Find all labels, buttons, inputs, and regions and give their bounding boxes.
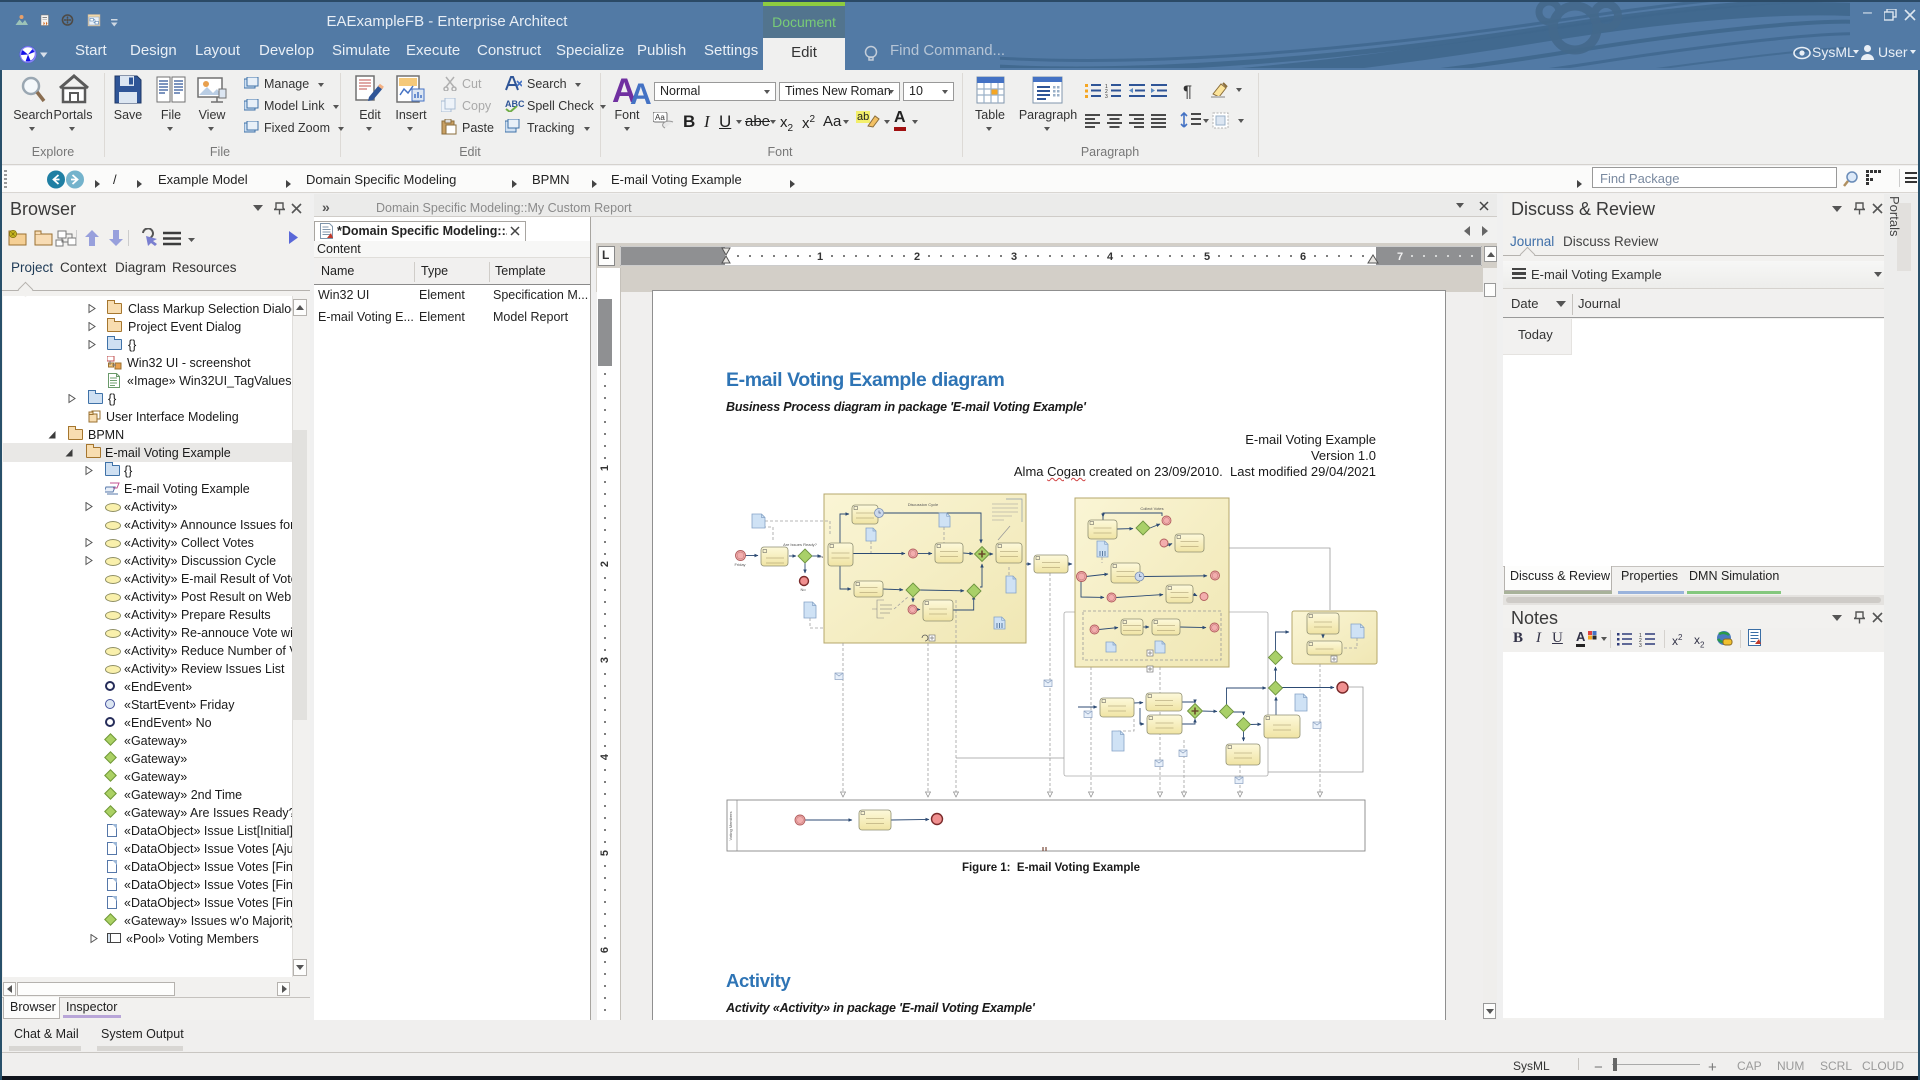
svg-text:3: 3 (1011, 251, 1017, 263)
svg-text:Are Issues Ready?: Are Issues Ready? (783, 542, 818, 547)
svg-text:6: 6 (1300, 251, 1306, 263)
svg-text:Collect Votes: Collect Votes (1140, 506, 1163, 511)
svg-text:1: 1 (817, 251, 823, 263)
svg-text:Friday: Friday (734, 562, 745, 567)
svg-text:Discussion Cycle: Discussion Cycle (908, 502, 939, 507)
svg-text:2: 2 (914, 251, 920, 263)
svg-text:3: 3 (599, 657, 611, 663)
svg-text:No: No (800, 587, 806, 592)
svg-text:3: 3 (1639, 643, 1642, 647)
svg-text:5: 5 (1204, 251, 1210, 263)
svg-text:1: 1 (599, 465, 611, 471)
svg-text:6: 6 (599, 947, 611, 953)
svg-text:Yes: Yes (817, 554, 824, 559)
svg-text:Aa: Aa (655, 113, 665, 122)
svg-text:7: 7 (1397, 251, 1403, 263)
svg-text:4: 4 (1107, 251, 1114, 263)
svg-text:4: 4 (599, 753, 611, 760)
svg-text:5: 5 (599, 850, 611, 856)
svg-text:2: 2 (599, 561, 611, 567)
svg-text:3: 3 (1105, 94, 1108, 99)
svg-text:¶: ¶ (1183, 82, 1192, 99)
svg-text:Voting Members: Voting Members (728, 812, 733, 841)
